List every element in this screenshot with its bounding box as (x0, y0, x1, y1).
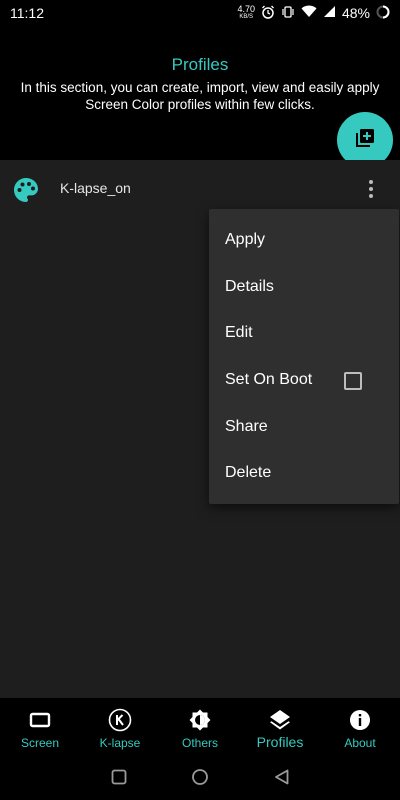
menu-item-set-on-boot[interactable]: Set On Boot (209, 357, 399, 403)
profile-name: K-lapse_on (60, 180, 131, 196)
net-speed-value: 4.70 (237, 4, 255, 14)
add-library-icon (354, 127, 376, 154)
set-on-boot-checkbox[interactable] (344, 372, 362, 390)
nav-item-about[interactable]: About (320, 698, 400, 754)
home-icon[interactable] (191, 768, 209, 786)
vibrate-icon (281, 5, 295, 22)
k-circle-icon (108, 708, 132, 732)
back-icon[interactable] (273, 768, 291, 786)
status-bar: 11:12 4.70 KB/S 48% (0, 0, 400, 26)
clock: 11:12 (10, 5, 44, 21)
page-header: Profiles In this section, you can create… (0, 55, 400, 113)
wifi-icon (301, 5, 317, 21)
brightness-icon (188, 708, 212, 732)
nav-label: Others (181, 736, 218, 750)
system-navigation-bar (0, 754, 400, 800)
menu-item-edit[interactable]: Edit (209, 310, 399, 356)
nav-item-profiles[interactable]: Profiles (240, 698, 320, 754)
battery-icon (376, 5, 390, 22)
menu-item-label: Details (225, 278, 274, 295)
menu-item-label: Share (225, 418, 268, 435)
menu-item-share[interactable]: Share (209, 404, 399, 450)
nav-item-screen[interactable]: Screen (0, 698, 80, 754)
cell-signal-icon (323, 5, 336, 21)
more-options-icon[interactable] (360, 178, 382, 200)
palette-icon (12, 176, 40, 204)
menu-item-details[interactable]: Details (209, 264, 399, 310)
nav-label: Profiles (256, 734, 304, 750)
info-icon (348, 708, 372, 732)
screen-icon (28, 708, 52, 732)
nav-label: K-lapse (99, 736, 141, 750)
menu-item-apply[interactable]: Apply (209, 217, 399, 263)
nav-item-k-lapse[interactable]: K-lapse (80, 698, 160, 754)
net-speed-unit: KB/S (239, 14, 254, 20)
menu-item-label: Delete (225, 464, 272, 481)
alarm-icon (261, 5, 275, 22)
nav-label: Screen (20, 736, 60, 750)
nav-item-others[interactable]: Others (160, 698, 240, 754)
page-description: In this section, you can create, import,… (20, 80, 380, 112)
status-icons: 4.70 KB/S 48% (237, 5, 390, 22)
battery-percent: 48% (341, 5, 370, 21)
menu-item-delete[interactable]: Delete (209, 450, 399, 496)
bottom-navigation: Screen K-lapse Others Profiles About (0, 698, 400, 754)
page-title: Profiles (171, 55, 229, 74)
layers-icon (268, 708, 292, 732)
menu-item-label: Edit (225, 324, 253, 341)
nav-label: About (344, 736, 376, 750)
menu-item-label: Set On Boot (225, 371, 313, 388)
recents-icon[interactable] (110, 768, 128, 786)
network-speed: 4.70 KB/S (237, 5, 255, 21)
menu-item-label: Apply (225, 231, 266, 248)
profile-context-menu: Apply Details Edit Set On Boot Share Del… (209, 209, 399, 504)
